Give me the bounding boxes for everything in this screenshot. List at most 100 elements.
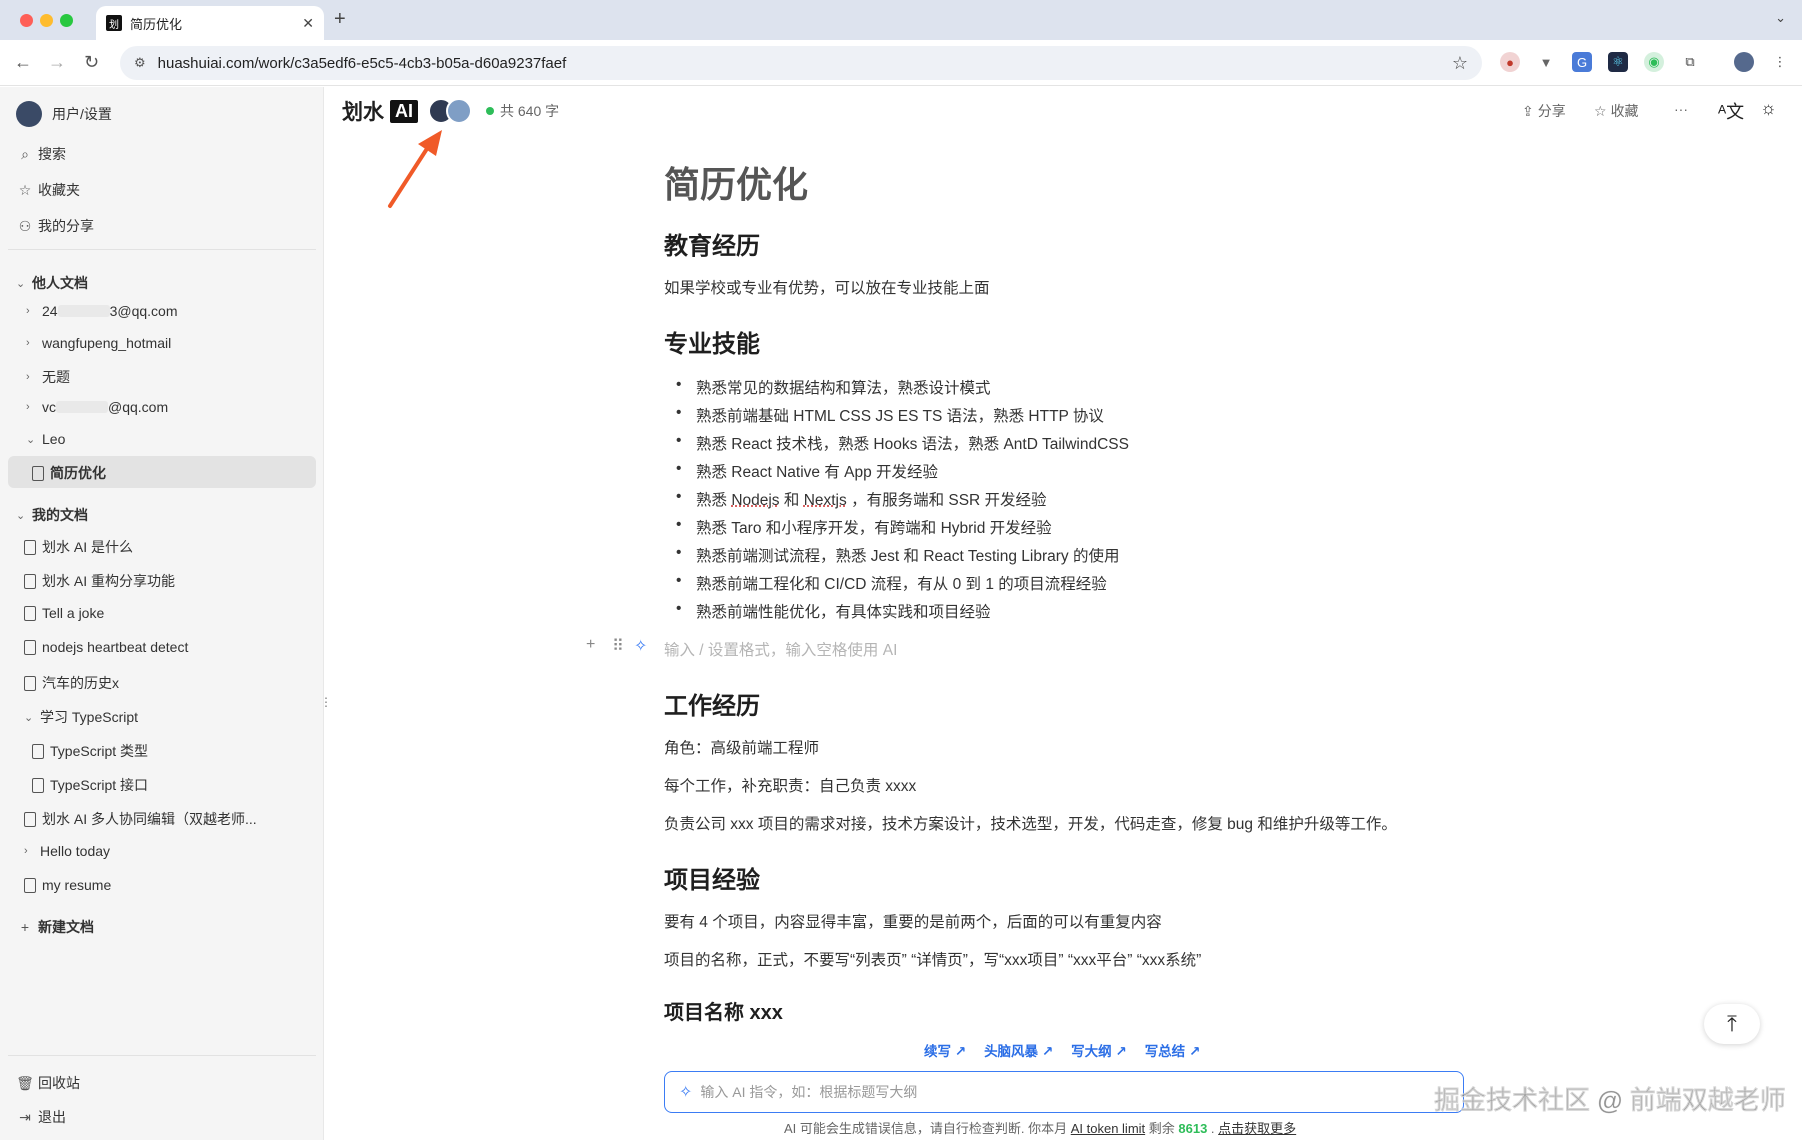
text-run: 熟悉 (696, 492, 732, 509)
sidebar-item-doc[interactable]: my resume (24, 877, 111, 893)
paragraph[interactable]: 负责公司 xxx 项目的需求对接，技术方案设计，技术选型，开发，代码走查，修复 … (664, 812, 1397, 834)
heading-projects[interactable]: 项目经验 (664, 860, 760, 895)
sidebar-item-others-3[interactable]: › vc @qq.com (26, 399, 168, 415)
ai-prompt-input[interactable] (700, 1084, 1449, 1100)
ai-sparkle-icon[interactable]: ✧ (634, 636, 647, 656)
sidebar-search-label: 搜索 (38, 146, 66, 162)
reload-icon[interactable]: ↻ (84, 52, 99, 73)
section-others-label: 他人文档 (32, 275, 88, 291)
user-settings[interactable]: 用户/设置 (16, 101, 112, 127)
address-bar[interactable]: ⚙ huashuiai.com/work/c3a5edf6-e5c5-4cb3-… (120, 46, 1482, 80)
extension-react-icon[interactable]: ⚛ (1608, 52, 1628, 72)
theme-sun-icon[interactable]: ☼ (1760, 98, 1777, 119)
sidebar-item-folder[interactable]: ⌄ 学习 TypeScript (24, 707, 138, 727)
brand-logo[interactable]: 划水 AI (342, 96, 418, 126)
ai-chip-brainstorm[interactable]: 头脑风暴 ↗ (984, 1040, 1053, 1060)
browser-menu-icon[interactable]: ⋮ (1770, 52, 1790, 72)
share-icon: ⇪ (1522, 102, 1534, 119)
heading-work[interactable]: 工作经历 (664, 686, 760, 721)
logout-button[interactable]: ⇥ 退出 (16, 1107, 66, 1127)
ai-prompt-box[interactable]: ✧ (664, 1071, 1464, 1113)
list-item[interactable]: 熟悉常见的数据结构和算法，熟悉设计模式 (676, 376, 990, 398)
sidebar-item-doc[interactable]: TypeScript 接口 (32, 775, 148, 795)
paragraph[interactable]: 项目的名称，正式，不要写“列表页” “详情页”，写“xxx项目” “xxx平台”… (664, 948, 1201, 970)
tab-close-icon[interactable]: ✕ (302, 15, 314, 32)
extension-translate-icon[interactable]: G (1572, 52, 1592, 72)
extension-color-icon[interactable]: ◉ (1644, 52, 1664, 72)
ai-chip-outline[interactable]: 写大纲 ↗ (1071, 1040, 1127, 1060)
annotation-arrow (388, 130, 442, 208)
token-limit-link[interactable]: AI token limit (1071, 1121, 1145, 1136)
heading-project-name[interactable]: 项目名称 xxx (664, 996, 783, 1025)
ai-chip-continue[interactable]: 续写 ↗ (924, 1040, 966, 1060)
sidebar-item-others-0[interactable]: › 24 3@qq.com (26, 303, 178, 319)
share-button[interactable]: ⇪ 分享 (1522, 101, 1566, 121)
chevron-right-icon: › (26, 371, 30, 383)
document-title[interactable]: 简历优化 (664, 156, 808, 208)
list-item[interactable]: 熟悉前端基础 HTML CSS JS ES TS 语法，熟悉 HTTP 协议 (676, 404, 1104, 426)
section-others[interactable]: ⌄ 他人文档 (16, 273, 88, 293)
profile-avatar-icon[interactable] (1734, 52, 1754, 72)
tab-search-chevron-icon[interactable]: ⌄ (1775, 10, 1786, 26)
sidebar-search[interactable]: ⌕ 搜索 (16, 144, 66, 164)
list-item[interactable]: 熟悉前端工程化和 CI/CD 流程，有从 0 到 1 的项目流程经验 (676, 572, 1107, 594)
chevron-down-icon: ⌄ (16, 277, 26, 290)
scroll-to-top-button[interactable]: ⤒ (1704, 1004, 1760, 1044)
extension-vue-icon[interactable]: ▼ (1536, 52, 1556, 72)
empty-block-placeholder[interactable]: 输入 / 设置格式，输入空格使用 AI (664, 638, 897, 660)
sidebar-item-doc[interactable]: Tell a joke (24, 605, 104, 621)
favorite-button[interactable]: ☆ 收藏 (1594, 101, 1639, 121)
paragraph[interactable]: 要有 4 个项目，内容显得丰富，重要的是前两个，后面的可以有重复内容 (664, 910, 1162, 932)
back-icon[interactable]: ← (14, 52, 32, 73)
site-settings-icon[interactable]: ⚙ (134, 55, 146, 71)
doc-label: 划水 AI 是什么 (42, 539, 134, 555)
sidebar-item-doc[interactable]: 划水 AI 多人协同编辑（双越老师... (24, 809, 257, 829)
drag-handle-icon[interactable]: ⠿ (612, 636, 624, 656)
list-item[interactable]: 熟悉前端性能优化，有具体实践和项目经验 (676, 600, 990, 622)
collaborators[interactable] (428, 98, 472, 124)
new-doc-button[interactable]: + 新建文档 (16, 917, 94, 937)
trash-button[interactable]: 🗑 回收站 (16, 1073, 80, 1093)
forward-icon[interactable]: → (48, 52, 66, 73)
minimize-window-button[interactable] (40, 14, 53, 27)
sidebar-item-active-doc[interactable]: 简历优化 (32, 463, 106, 483)
ai-chip-summary[interactable]: 写总结 ↗ (1145, 1040, 1201, 1060)
sidebar-item-doc[interactable]: nodejs heartbeat detect (24, 639, 188, 655)
ai-foot-text: . (1207, 1121, 1219, 1136)
heading-skills[interactable]: 专业技能 (664, 324, 760, 359)
browser-tab[interactable]: 划 简历优化 ✕ (96, 6, 324, 40)
translate-icon[interactable]: ᴬ文 (1718, 98, 1744, 124)
sidebar-item-others-1[interactable]: › wangfupeng_hotmail (26, 335, 171, 351)
sidebar-item-others-2[interactable]: › 无题 (26, 367, 70, 387)
section-my-docs[interactable]: ⌄ 我的文档 (16, 505, 88, 525)
sidebar-item-doc[interactable]: 划水 AI 重构分享功能 (24, 571, 175, 591)
sidebar-resize-handle[interactable]: ⋮ (320, 695, 332, 709)
more-button[interactable]: ··· (1674, 101, 1688, 117)
paragraph[interactable]: 如果学校或专业有优势，可以放在专业技能上面 (664, 276, 990, 298)
sidebar-item-doc[interactable]: 汽车的历史x (24, 673, 119, 693)
add-block-icon[interactable]: + (586, 636, 595, 654)
sidebar-favorites[interactable]: ☆ 收藏夹 (16, 180, 80, 200)
url-text[interactable]: huashuiai.com/work/c3a5edf6-e5c5-4cb3-b0… (158, 55, 1452, 72)
paragraph[interactable]: 每个工作，补充职责：自己负责 xxxx (664, 774, 916, 796)
paragraph[interactable]: 角色：高级前端工程师 (664, 736, 819, 758)
list-item[interactable]: 熟悉 React Native 有 App 开发经验 (676, 460, 938, 482)
list-item[interactable]: 熟悉 Taro 和小程序开发，有跨端和 Hybrid 开发经验 (676, 516, 1052, 538)
sidebar-item-doc[interactable]: TypeScript 类型 (32, 741, 148, 761)
extensions-puzzle-icon[interactable]: ⧉ (1680, 52, 1700, 72)
list-item[interactable]: 熟悉 Nodejs 和 Nextjs ，有服务端和 SSR 开发经验 (676, 488, 1047, 510)
bookmark-star-icon[interactable]: ☆ (1452, 53, 1468, 74)
sidebar-item-folder[interactable]: › Hello today (24, 843, 110, 859)
list-item[interactable]: 熟悉 React 技术栈，熟悉 Hooks 语法，熟悉 AntD Tailwin… (676, 432, 1129, 454)
sidebar-my-shares[interactable]: ⚇ 我的分享 (16, 216, 94, 236)
sidebar-item-doc[interactable]: 划水 AI 是什么 (24, 537, 133, 557)
star-icon: ☆ (1594, 102, 1607, 119)
sidebar-item-others-4[interactable]: ⌄ Leo (26, 431, 65, 447)
maximize-window-button[interactable] (60, 14, 73, 27)
close-window-button[interactable] (20, 14, 33, 27)
get-more-link[interactable]: 点击获取更多 (1218, 1121, 1296, 1136)
heading-education[interactable]: 教育经历 (664, 226, 760, 261)
extension-adblock-icon[interactable]: ● (1500, 52, 1520, 72)
list-item[interactable]: 熟悉前端测试流程，熟悉 Jest 和 React Testing Library… (676, 544, 1119, 566)
new-tab-icon[interactable]: + (334, 8, 346, 31)
